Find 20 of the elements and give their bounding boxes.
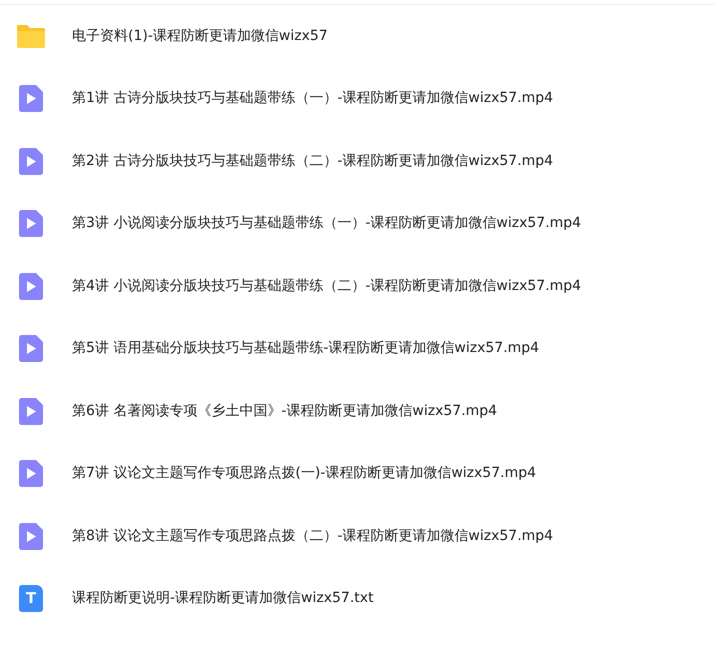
video-file-icon bbox=[19, 460, 43, 488]
file-name[interactable]: 第5讲 语用基础分版块技巧与基础题带练-课程防断更请加微信wizx57.mp4 bbox=[72, 338, 540, 360]
video-file-icon bbox=[19, 272, 43, 300]
folder-icon bbox=[16, 23, 46, 50]
file-name[interactable]: 第6讲 名著阅读专项《乡土中国》-课程防断更请加微信wizx57.mp4 bbox=[72, 400, 498, 422]
video-file-icon bbox=[19, 85, 43, 112]
video-file-icon bbox=[19, 522, 43, 550]
text-file-icon: T bbox=[19, 585, 43, 612]
file-name[interactable]: 第4讲 小说阅读分版块技巧与基础题带练（二）-课程防断更请加微信wizx57.mp4 bbox=[72, 276, 582, 297]
file-name[interactable]: 课程防断更说明-课程防断更请加微信wizx57.txt bbox=[72, 588, 374, 610]
file-name[interactable]: 第2讲 古诗分版块技巧与基础题带练（二）-课程防断更请加微信wizx57.mp4 bbox=[72, 150, 554, 172]
video-file-icon bbox=[19, 148, 43, 175]
file-name[interactable]: 第3讲 小说阅读分版块技巧与基础题带练（一）-课程防断更请加微信wizx57.mp4 bbox=[72, 213, 582, 234]
video-file-icon bbox=[19, 210, 43, 238]
file-name[interactable]: 第7讲 议论文主题写作专项思路点拨(一)-课程防断更请加微信wizx57.mp4 bbox=[72, 463, 536, 484]
file-name[interactable]: 第1讲 古诗分版块技巧与基础题带练（一）-课程防断更请加微信wizx57.mp4 bbox=[72, 88, 554, 110]
video-file-icon bbox=[19, 335, 43, 362]
file-name[interactable]: 电子资料(1)-课程防断更请加微信wizx57 bbox=[72, 26, 328, 47]
file-name[interactable]: 第8讲 议论文主题写作专项思路点拨（二）-课程防断更请加微信wizx57.mp4 bbox=[72, 526, 554, 547]
video-file-icon bbox=[19, 398, 43, 425]
